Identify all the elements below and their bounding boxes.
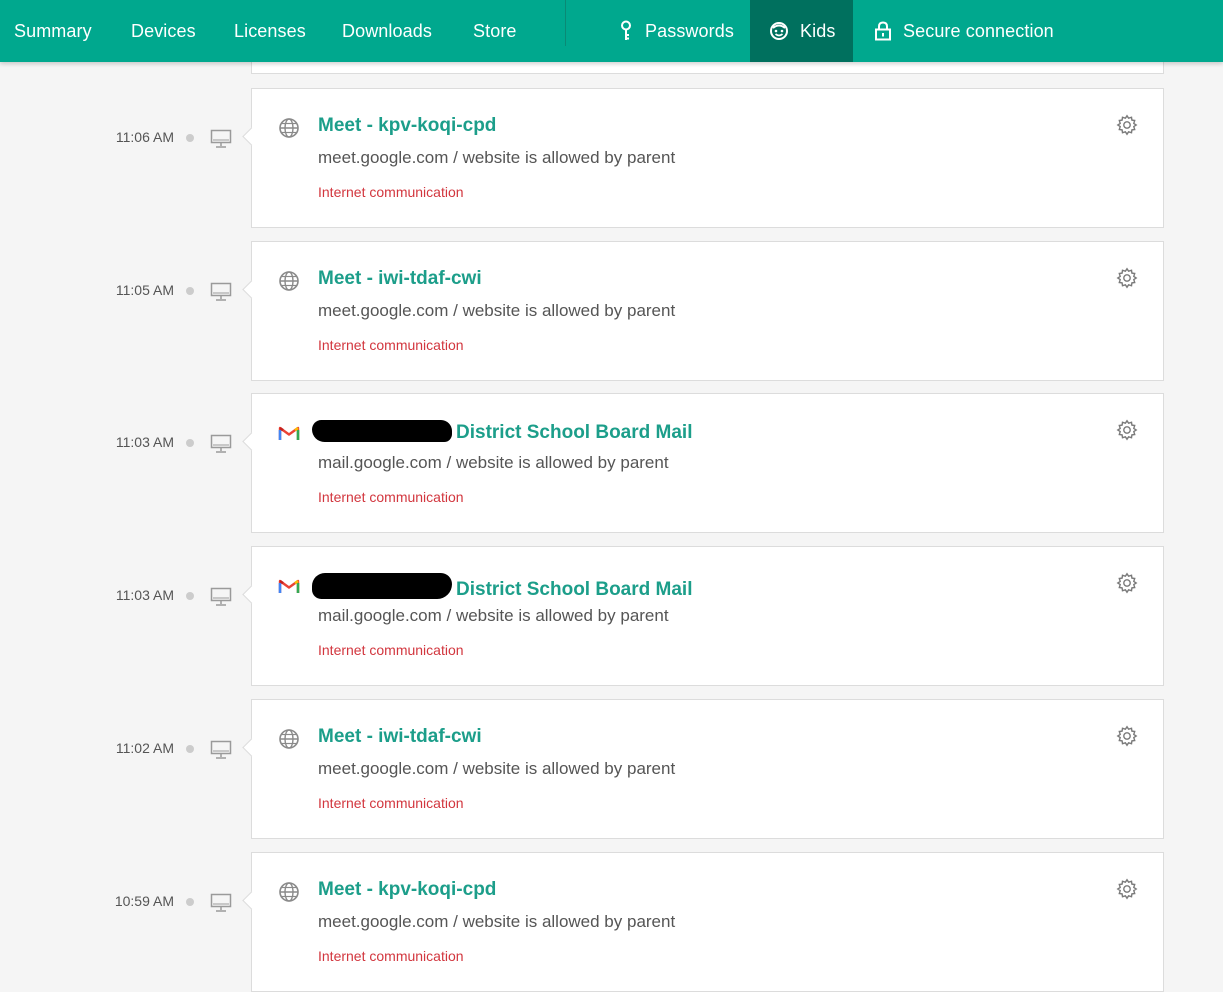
gear-icon[interactable] [1116, 878, 1138, 900]
event-subtitle: mail.google.com / website is allowed by … [318, 453, 669, 472]
event-time: 11:02 AM [115, 740, 174, 756]
top-navigation-bar: Summary Devices Licenses Downloads Store… [0, 0, 1223, 62]
event-subtitle: mail.google.com / website is allowed by … [318, 606, 669, 625]
event-category: Internet communication [318, 948, 464, 964]
nav-devices[interactable]: Devices [131, 0, 196, 62]
lock-icon [874, 21, 892, 41]
globe-icon [278, 881, 300, 903]
gmail-icon [278, 422, 300, 444]
nav-downloads[interactable]: Downloads [342, 0, 432, 62]
nav-passwords-label: Passwords [645, 20, 734, 41]
event-category: Internet communication [318, 795, 464, 811]
desktop-icon [210, 282, 232, 301]
event-card[interactable]: District School Board Mail mail.google.c… [251, 546, 1164, 686]
event-time: 11:03 AM [115, 434, 174, 450]
timeline-dot [186, 898, 194, 906]
timeline-dot [186, 134, 194, 142]
nav-summary-label: Summary [14, 20, 92, 41]
desktop-icon [210, 129, 232, 148]
nav-secure-connection[interactable]: Secure connection [874, 0, 1054, 62]
nav-downloads-label: Downloads [342, 20, 432, 41]
event-category: Internet communication [318, 184, 464, 200]
event-title: District School Board Mail [312, 420, 692, 444]
event-title: Meet - kpv-koqi-cpd [318, 115, 497, 136]
gear-icon[interactable] [1116, 114, 1138, 136]
event-card[interactable]: District School Board Mail mail.google.c… [251, 393, 1164, 533]
nav-passwords[interactable]: Passwords [618, 0, 734, 62]
timeline-dot [186, 287, 194, 295]
timeline-dot [186, 439, 194, 447]
globe-icon [278, 270, 300, 292]
desktop-icon [210, 893, 232, 912]
nav-store-label: Store [473, 20, 517, 41]
event-title: Meet - iwi-tdaf-cwi [318, 268, 482, 289]
desktop-icon [210, 740, 232, 759]
desktop-icon [210, 434, 232, 453]
event-time: 11:06 AM [115, 129, 174, 145]
event-title: Meet - iwi-tdaf-cwi [318, 726, 482, 747]
timeline-dot [186, 592, 194, 600]
event-subtitle: meet.google.com / website is allowed by … [318, 148, 676, 167]
key-icon [618, 20, 634, 42]
nav-summary[interactable]: Summary [14, 0, 92, 62]
desktop-icon [210, 587, 232, 606]
event-title-text: District School Board Mail [456, 422, 693, 443]
event-card[interactable]: Meet - iwi-tdaf-cwi meet.google.com / we… [251, 241, 1164, 381]
event-card[interactable]: Meet - iwi-tdaf-cwi meet.google.com / we… [251, 699, 1164, 839]
gear-icon[interactable] [1116, 725, 1138, 747]
event-time: 11:03 AM [115, 587, 174, 603]
nav-divider [565, 0, 566, 46]
event-category: Internet communication [318, 489, 464, 505]
globe-icon [278, 728, 300, 750]
event-subtitle: meet.google.com / website is allowed by … [318, 759, 676, 778]
redaction-mark [312, 420, 452, 442]
event-title-text: District School Board Mail [456, 579, 693, 600]
nav-licenses[interactable]: Licenses [234, 0, 306, 62]
redaction-mark [312, 573, 452, 599]
event-title: District School Board Mail [312, 573, 692, 601]
event-title: Meet - kpv-koqi-cpd [318, 879, 497, 900]
kid-face-icon [769, 21, 789, 41]
gmail-icon [278, 575, 300, 597]
nav-kids[interactable]: Kids [750, 0, 853, 62]
nav-kids-label: Kids [800, 20, 836, 41]
gear-icon[interactable] [1116, 572, 1138, 594]
nav-secure-connection-label: Secure connection [903, 20, 1054, 41]
timeline-dot [186, 745, 194, 753]
gear-icon[interactable] [1116, 419, 1138, 441]
gear-icon[interactable] [1116, 267, 1138, 289]
nav-licenses-label: Licenses [234, 20, 306, 41]
event-subtitle: meet.google.com / website is allowed by … [318, 301, 676, 320]
event-time: 11:05 AM [115, 282, 174, 298]
nav-devices-label: Devices [131, 20, 196, 41]
event-card[interactable]: Meet - kpv-koqi-cpd meet.google.com / we… [251, 88, 1164, 228]
nav-store[interactable]: Store [473, 0, 517, 62]
event-card[interactable]: Meet - kpv-koqi-cpd meet.google.com / we… [251, 852, 1164, 992]
activity-timeline: 11:06 AM Meet - kpv-koqi-cpd meet.google… [0, 0, 1223, 992]
event-subtitle: meet.google.com / website is allowed by … [318, 912, 676, 931]
event-category: Internet communication [318, 642, 464, 658]
event-category: Internet communication [318, 337, 464, 353]
event-time: 10:59 AM [114, 893, 174, 909]
globe-icon [278, 117, 300, 139]
